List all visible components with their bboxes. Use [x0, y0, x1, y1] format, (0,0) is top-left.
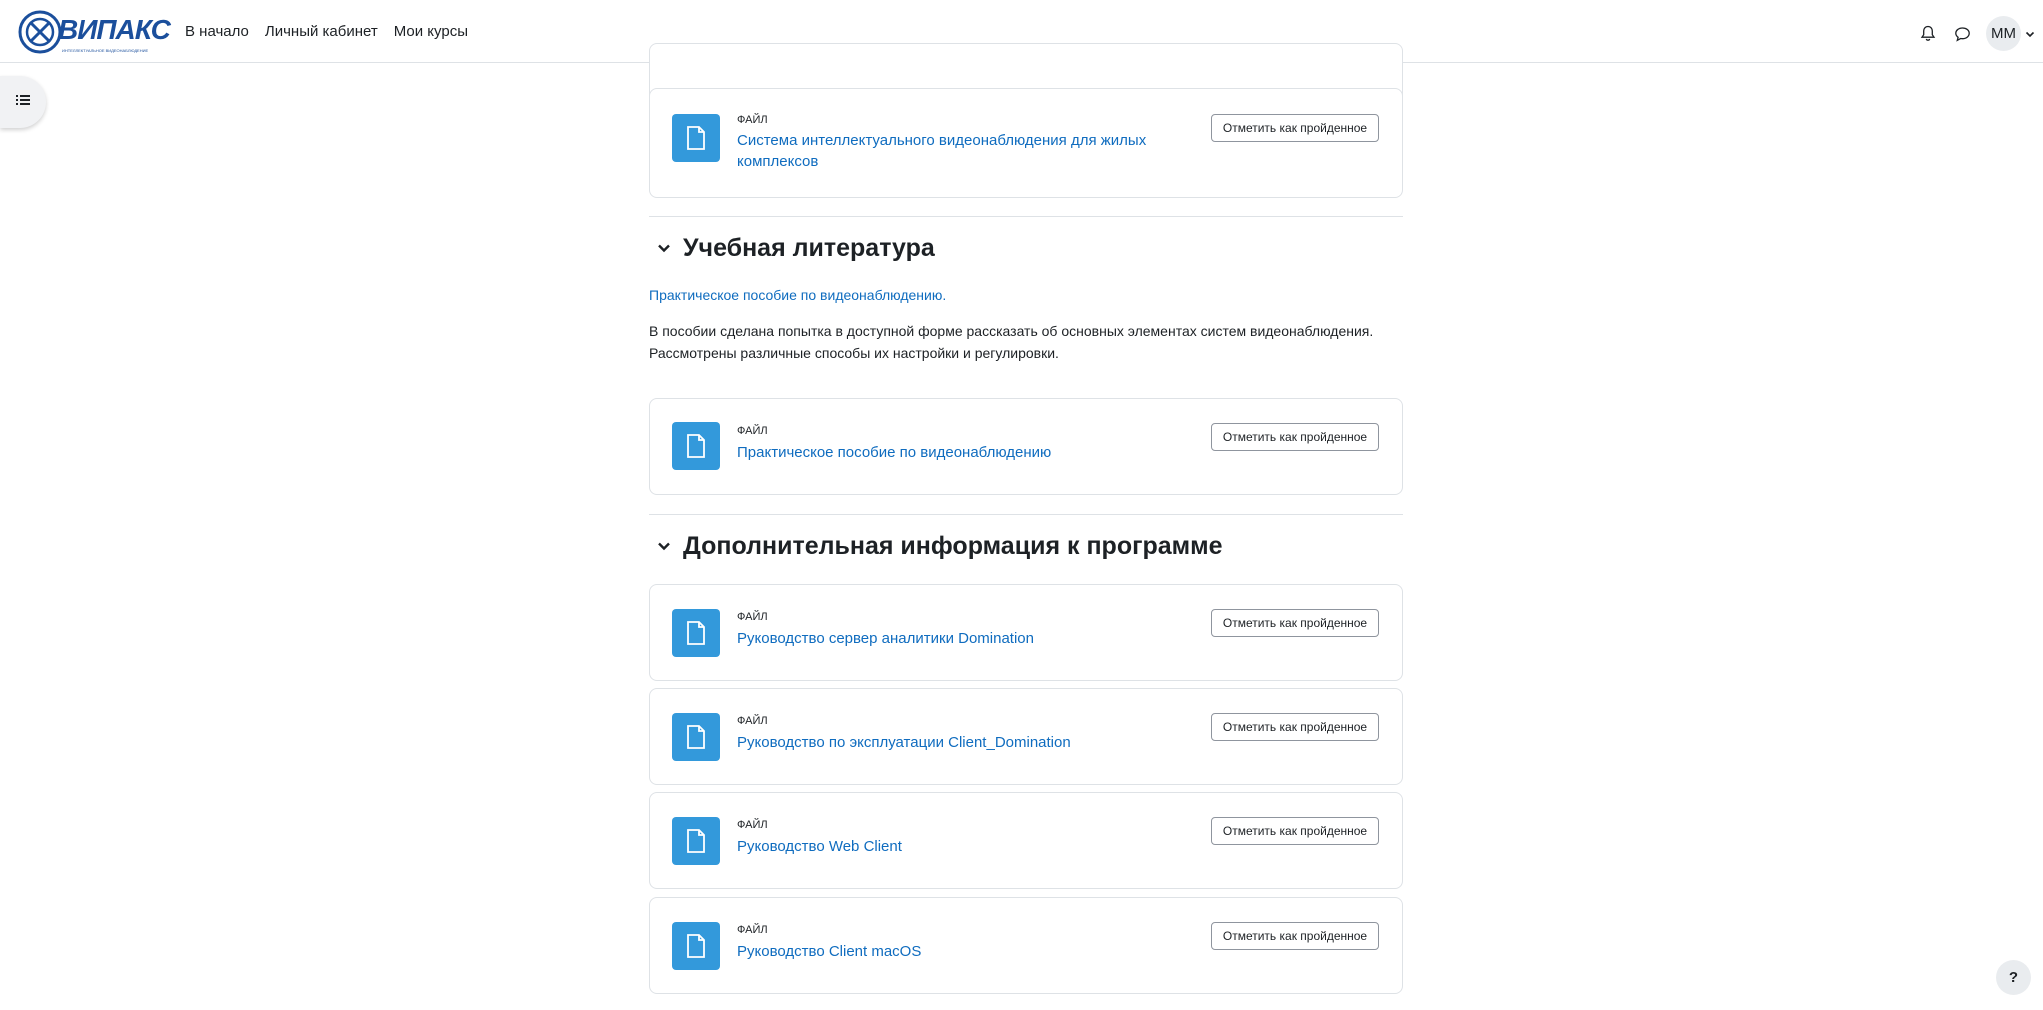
- chevron-down-icon: [2025, 25, 2035, 43]
- mark-done-button[interactable]: Отметить как пройденное: [1211, 922, 1379, 950]
- section-title: Учебная литература: [683, 234, 935, 262]
- activity-type: Файл: [737, 611, 768, 623]
- summary-text-line: Рассмотрены различные способы их настрой…: [649, 345, 1059, 361]
- activity-card: Файл Практическое пособие по видеонаблюд…: [649, 398, 1403, 495]
- navbar-actions: ММ: [1918, 16, 2035, 51]
- brand-logo[interactable]: ВИПАКС ИНТЕЛЛЕКТУАЛЬНОЕ ВИДЕОНАБЛЮДЕНИЕ: [18, 8, 171, 56]
- activity-type: Файл: [737, 114, 768, 126]
- messages-icon[interactable]: [1952, 24, 1972, 44]
- activity-card: Файл Руководство по эксплуатации Client_…: [649, 688, 1403, 785]
- section-header[interactable]: Учебная литература: [657, 234, 935, 263]
- section-header[interactable]: Дополнительная информация к программе: [657, 532, 1223, 561]
- file-icon: [672, 609, 720, 657]
- section-divider: [649, 216, 1403, 217]
- activity-link[interactable]: Практическое пособие по видеонаблюдению: [737, 442, 1157, 463]
- activity-type: Файл: [737, 715, 768, 727]
- file-icon: [672, 817, 720, 865]
- activity-card: Файл Руководство Web Client Отметить как…: [649, 792, 1403, 889]
- activity-card: Файл Руководство сервер аналитики Domina…: [649, 584, 1403, 681]
- mark-done-button[interactable]: Отметить как пройденное: [1211, 609, 1379, 637]
- bell-icon[interactable]: [1918, 24, 1938, 44]
- nav-link-dashboard[interactable]: Личный кабинет: [265, 23, 378, 40]
- activity-link[interactable]: Руководство сервер аналитики Domination: [737, 628, 1157, 649]
- course-index-toggle[interactable]: [0, 76, 46, 128]
- activity-card: Файл Руководство Client macOS Отметить к…: [649, 897, 1403, 994]
- summary-text-line: В пособии сделана попытка в доступной фо…: [649, 323, 1374, 339]
- activity-type: Файл: [737, 819, 768, 831]
- user-menu[interactable]: ММ: [1986, 16, 2035, 51]
- avatar: ММ: [1986, 16, 2021, 51]
- nav-link-home[interactable]: В начало: [185, 23, 249, 40]
- activity-link[interactable]: Руководство Client macOS: [737, 941, 1157, 962]
- file-icon: [672, 422, 720, 470]
- mark-done-button[interactable]: Отметить как пройденное: [1211, 713, 1379, 741]
- chevron-down-icon[interactable]: [657, 538, 671, 556]
- activity-link[interactable]: Система интеллектуального видеонаблюдени…: [737, 130, 1157, 172]
- mark-done-button[interactable]: Отметить как пройденное: [1211, 423, 1379, 451]
- chevron-down-icon[interactable]: [657, 240, 671, 258]
- file-icon: [672, 922, 720, 970]
- primary-nav: В начало Личный кабинет Мои курсы: [185, 23, 468, 40]
- activity-link[interactable]: Руководство по эксплуатации Client_Domin…: [737, 732, 1157, 753]
- help-button[interactable]: ?: [1996, 960, 2031, 995]
- brand-tagline: ИНТЕЛЛЕКТУАЛЬНОЕ ВИДЕОНАБЛЮДЕНИЕ: [62, 48, 149, 53]
- summary-link[interactable]: Практическое пособие по видеонаблюдению.: [649, 287, 946, 303]
- nav-link-my-courses[interactable]: Мои курсы: [394, 23, 468, 40]
- activity-link[interactable]: Руководство Web Client: [737, 836, 1157, 857]
- mark-done-button[interactable]: Отметить как пройденное: [1211, 817, 1379, 845]
- file-icon: [672, 713, 720, 761]
- list-icon: [16, 93, 30, 111]
- mark-done-button[interactable]: Отметить как пройденное: [1211, 114, 1379, 142]
- section-divider: [649, 514, 1403, 515]
- file-icon: [672, 114, 720, 162]
- activity-type: Файл: [737, 924, 768, 936]
- brand-name: ВИПАКС: [58, 14, 171, 45]
- activity-type: Файл: [737, 425, 768, 437]
- section-title: Дополнительная информация к программе: [683, 532, 1223, 560]
- activity-card: Файл Система интеллектуального видеонабл…: [649, 88, 1403, 198]
